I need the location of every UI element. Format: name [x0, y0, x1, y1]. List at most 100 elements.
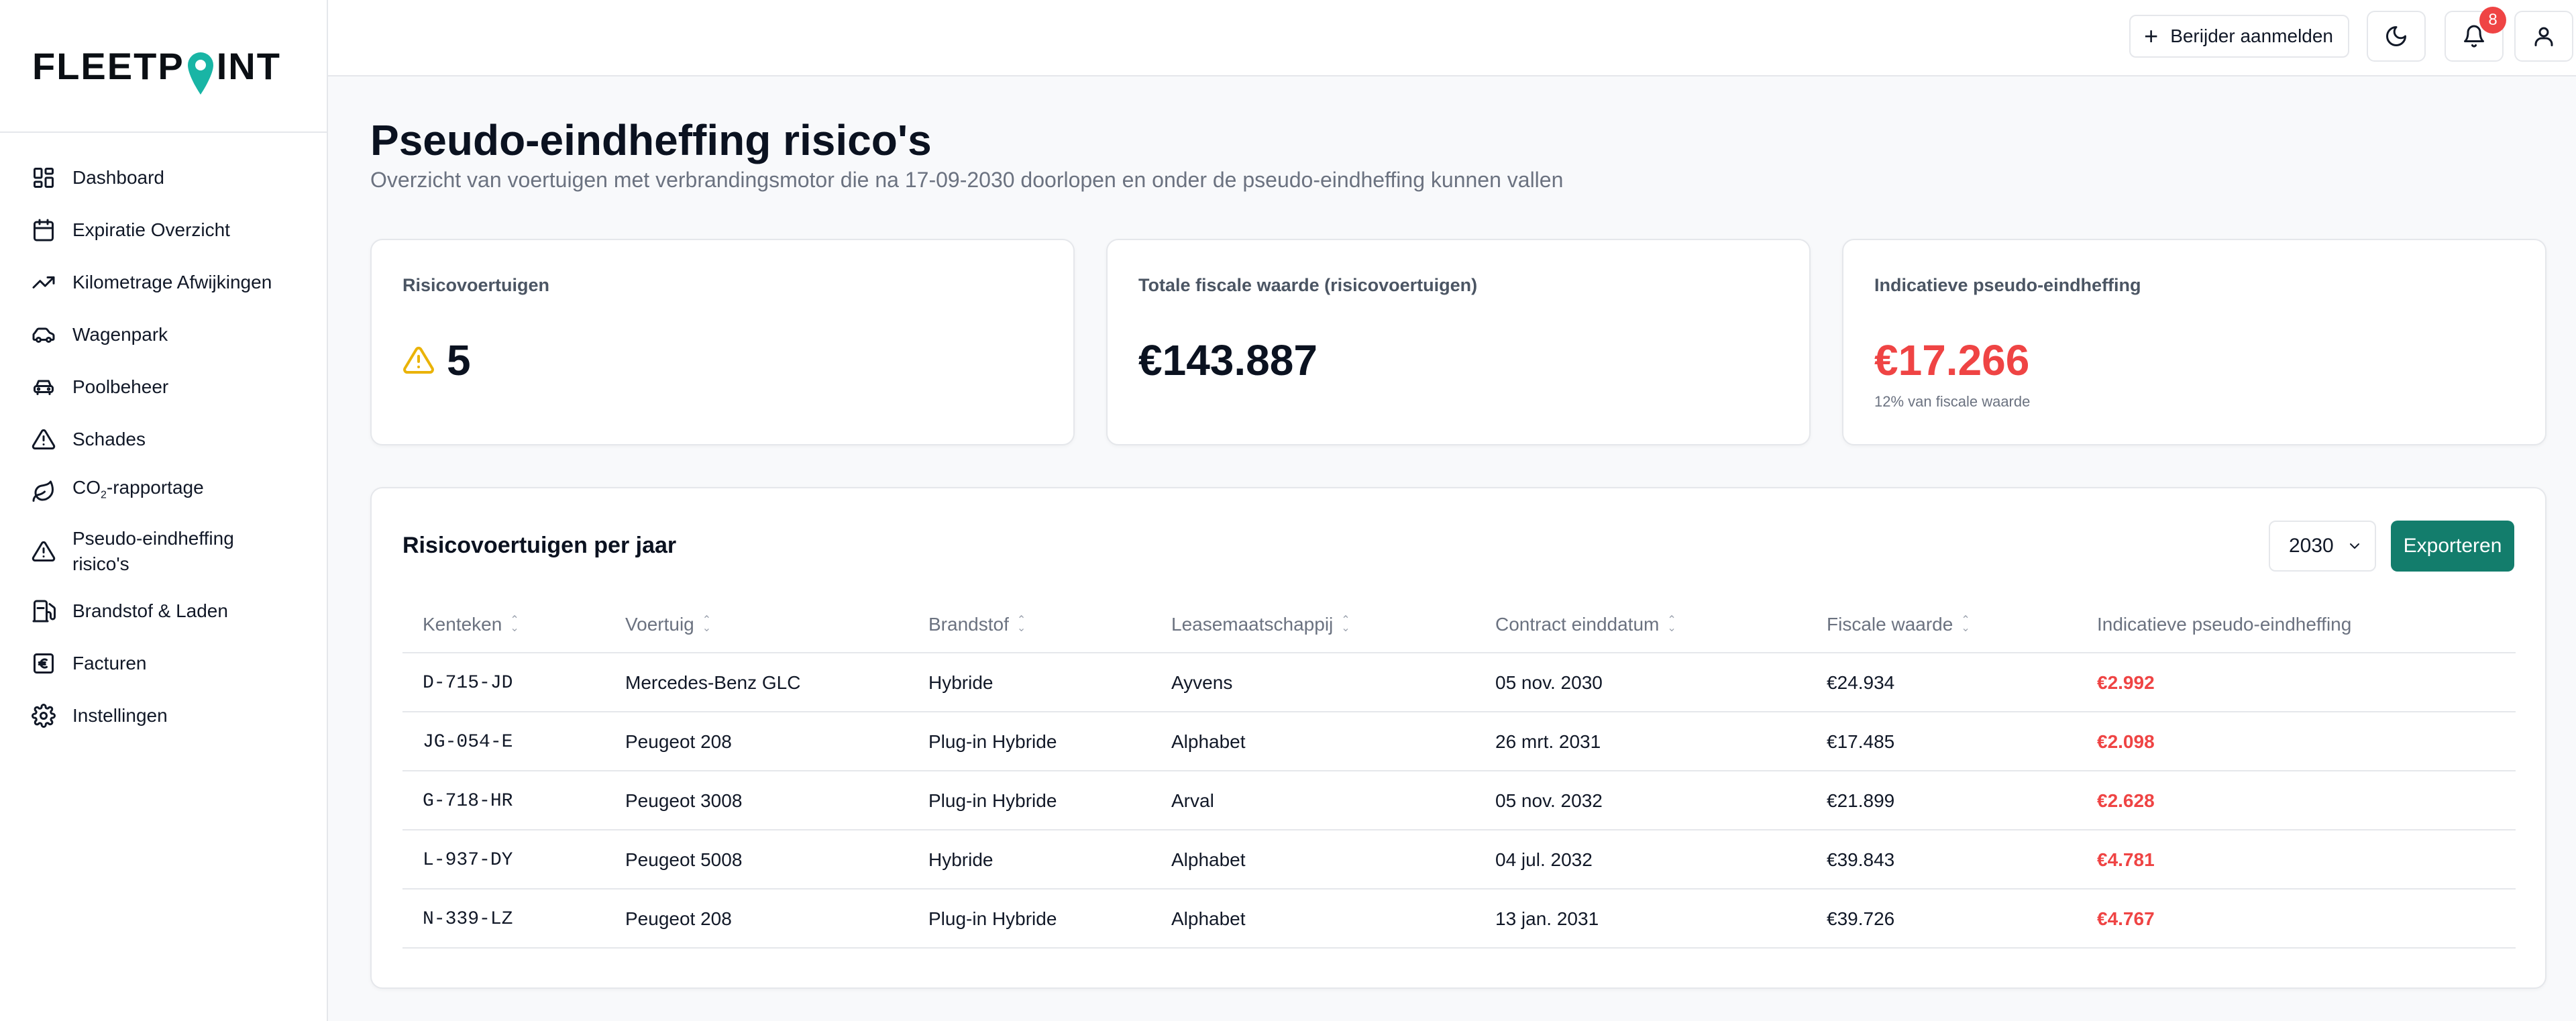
- card-value: €143.887: [1138, 336, 1318, 384]
- year-select[interactable]: 2030: [2269, 521, 2376, 572]
- year-select-value: 2030: [2289, 535, 2334, 557]
- table-cell: €2.992: [2097, 672, 2155, 693]
- warning-icon: [403, 346, 434, 374]
- sidebar-item-pseudo-eindheffing[interactable]: Pseudo-eindheffing risico's: [0, 518, 328, 585]
- sidebar-item-label: CO2-rapportage: [72, 475, 204, 508]
- risk-vehicles-table-card: Risicovoertuigen per jaar 2030 Exportere…: [370, 487, 2546, 989]
- table-row[interactable]: L-937-DY Peugeot 5008 Hybride Alphabet 04 ju…: [402, 830, 2516, 890]
- table-cell: Peugeot 3008: [625, 790, 743, 811]
- sidebar-item-label: Expiratie Overzicht: [72, 219, 230, 240]
- table-row[interactable]: D-715-JD Mercedes-Benz GLC Hybride Ayvens 05…: [402, 653, 2516, 712]
- header-label: Leasemaatschappij: [1171, 614, 1334, 635]
- table-cell: Mercedes-Benz GLC: [625, 672, 801, 693]
- table-header-cell[interactable]: Kenteken ⌃ ⌄: [423, 596, 519, 653]
- co2-label-pre: CO: [72, 477, 101, 498]
- card-label: Totale fiscale waarde (risicovoertuigen): [1138, 275, 1478, 295]
- sort-icon: ⌃ ⌄: [702, 614, 712, 634]
- sidebar-item-label: Facturen: [72, 653, 147, 674]
- card-value: €17.266: [1874, 336, 2030, 384]
- sidebar-item-label: Kilometrage Afwijkingen: [72, 272, 272, 292]
- table-cell: 05 nov. 2030: [1495, 672, 1603, 693]
- table-header-cell[interactable]: Fiscale waarde ⌃ ⌄: [1827, 596, 1970, 653]
- table-cell: €2.098: [2097, 731, 2155, 752]
- label-line-2: risico's: [72, 553, 129, 574]
- risk-vehicles-card: Risicovoertuigen 5: [370, 239, 1075, 445]
- table-cell: €39.726: [1827, 908, 1895, 929]
- notifications-button[interactable]: 8: [2445, 7, 2506, 62]
- calendar-icon: [31, 217, 56, 243]
- export-button[interactable]: Exporteren: [2391, 521, 2514, 572]
- table-cell: Hybride: [928, 849, 994, 870]
- table-header-row: Kenteken ⌃ ⌄ Voertuig ⌃ ⌄ Brandstof ⌃ ⌄ Leasemaat…: [402, 596, 2516, 653]
- header-label: Contract einddatum: [1495, 614, 1660, 635]
- sidebar-item-facturen[interactable]: Facturen: [0, 637, 328, 690]
- table-cell: L-937-DY: [423, 849, 513, 871]
- co2-label-sub: 2: [101, 489, 107, 501]
- plus-icon: +: [2144, 22, 2159, 50]
- table-header-cell[interactable]: Contract einddatum ⌃ ⌄: [1495, 596, 1676, 653]
- risk-vehicles-table: Kenteken ⌃ ⌄ Voertuig ⌃ ⌄ Brandstof ⌃ ⌄ Leasemaat…: [402, 596, 2516, 949]
- sidebar-item-label: Dashboard: [72, 167, 164, 188]
- table-cell: €39.843: [1827, 849, 1895, 870]
- table-cell: €21.899: [1827, 790, 1895, 811]
- table-title: Risicovoertuigen per jaar: [402, 533, 677, 558]
- table-header-cell[interactable]: Voertuig ⌃ ⌄: [625, 596, 711, 653]
- table-cell: €24.934: [1827, 672, 1895, 693]
- warning-icon: [31, 539, 56, 564]
- table-cell: Ayvens: [1171, 672, 1233, 693]
- table-cell: N-339-LZ: [423, 908, 513, 930]
- sidebar-item-schades[interactable]: Schades: [0, 413, 328, 466]
- co2-label-post: -rapportage: [106, 477, 204, 498]
- table-cell: Peugeot 208: [625, 731, 732, 752]
- sort-icon: ⌃ ⌄: [1961, 614, 1970, 634]
- sidebar-item-label: Schades: [72, 429, 146, 449]
- gear-icon: [31, 703, 56, 729]
- table-row[interactable]: JG-054-E Peugeot 208 Plug-in Hybride Alphab…: [402, 712, 2516, 771]
- table-row[interactable]: N-339-LZ Peugeot 208 Plug-in Hybride Alphab…: [402, 890, 2516, 949]
- table-row[interactable]: G-718-HR Peugeot 3008 Plug-in Hybride Arval…: [402, 771, 2516, 830]
- sidebar-divider: [0, 131, 328, 133]
- card-value: 5: [402, 335, 471, 385]
- sidebar-item-kilometrage[interactable]: Kilometrage Afwijkingen: [0, 256, 328, 309]
- user-menu-button[interactable]: [2514, 11, 2573, 62]
- logo[interactable]: FLEETP INT: [32, 39, 281, 95]
- table-header-cell[interactable]: Brandstof ⌃ ⌄: [928, 596, 1026, 653]
- sidebar-item-wagenpark[interactable]: Wagenpark: [0, 309, 328, 361]
- sidebar-item-co2[interactable]: CO2-rapportage: [0, 466, 328, 518]
- header-label: Kenteken: [423, 614, 502, 635]
- page-title: Pseudo-eindheffing risico's: [370, 116, 932, 164]
- table-cell: €17.485: [1827, 731, 1895, 752]
- table-cell: Peugeot 5008: [625, 849, 743, 870]
- dashboard-icon: [31, 165, 56, 191]
- sort-icon: ⌃ ⌄: [510, 614, 519, 634]
- register-driver-button[interactable]: + Berijder aanmelden: [2129, 15, 2349, 58]
- card-label: Indicatieve pseudo-eindheffing: [1874, 275, 2141, 295]
- user-icon: [2534, 27, 2553, 46]
- table-header-cell: Indicatieve pseudo-eindheffing: [2097, 596, 2351, 653]
- table-cell: JG-054-E: [423, 731, 513, 753]
- topbar: + Berijder aanmelden 8: [328, 0, 2576, 76]
- sidebar-nav: Dashboard Expiratie Overzicht Kilometrag…: [0, 152, 328, 742]
- table-cell: Peugeot 208: [625, 908, 732, 929]
- theme-toggle-button[interactable]: [2367, 11, 2426, 62]
- sidebar-item-instellingen[interactable]: Instellingen: [0, 690, 328, 742]
- sidebar-item-dashboard[interactable]: Dashboard: [0, 152, 328, 204]
- logo-text-start: FLEETP: [32, 44, 184, 87]
- sidebar-item-expiratie[interactable]: Expiratie Overzicht: [0, 204, 328, 256]
- card-subtext: 12% van fiscale waarde: [1874, 393, 2031, 410]
- euro-icon: [31, 651, 56, 676]
- car-icon: [31, 322, 56, 347]
- leaf-icon: [31, 479, 56, 504]
- sidebar-item-brandstof[interactable]: Brandstof & Laden: [0, 585, 328, 637]
- sidebar-item-poolbeheer[interactable]: Poolbeheer: [0, 361, 328, 413]
- warning-icon: [31, 427, 56, 452]
- sidebar-item-label: Wagenpark: [72, 324, 168, 345]
- label-line-1: Pseudo-eindheffing: [72, 528, 234, 549]
- table-cell: Hybride: [928, 672, 994, 693]
- table-cell: €2.628: [2097, 790, 2155, 811]
- table-header-cell[interactable]: Leasemaatschappij ⌃ ⌄: [1171, 596, 1350, 653]
- fiscal-value-card: Totale fiscale waarde (risicovoertuigen)…: [1106, 239, 1811, 445]
- sidebar-item-label: Instellingen: [72, 705, 168, 726]
- pseudo-tax-card: Indicatieve pseudo-eindheffing €17.266 1…: [1842, 239, 2546, 445]
- table-cell: Arval: [1171, 790, 1214, 811]
